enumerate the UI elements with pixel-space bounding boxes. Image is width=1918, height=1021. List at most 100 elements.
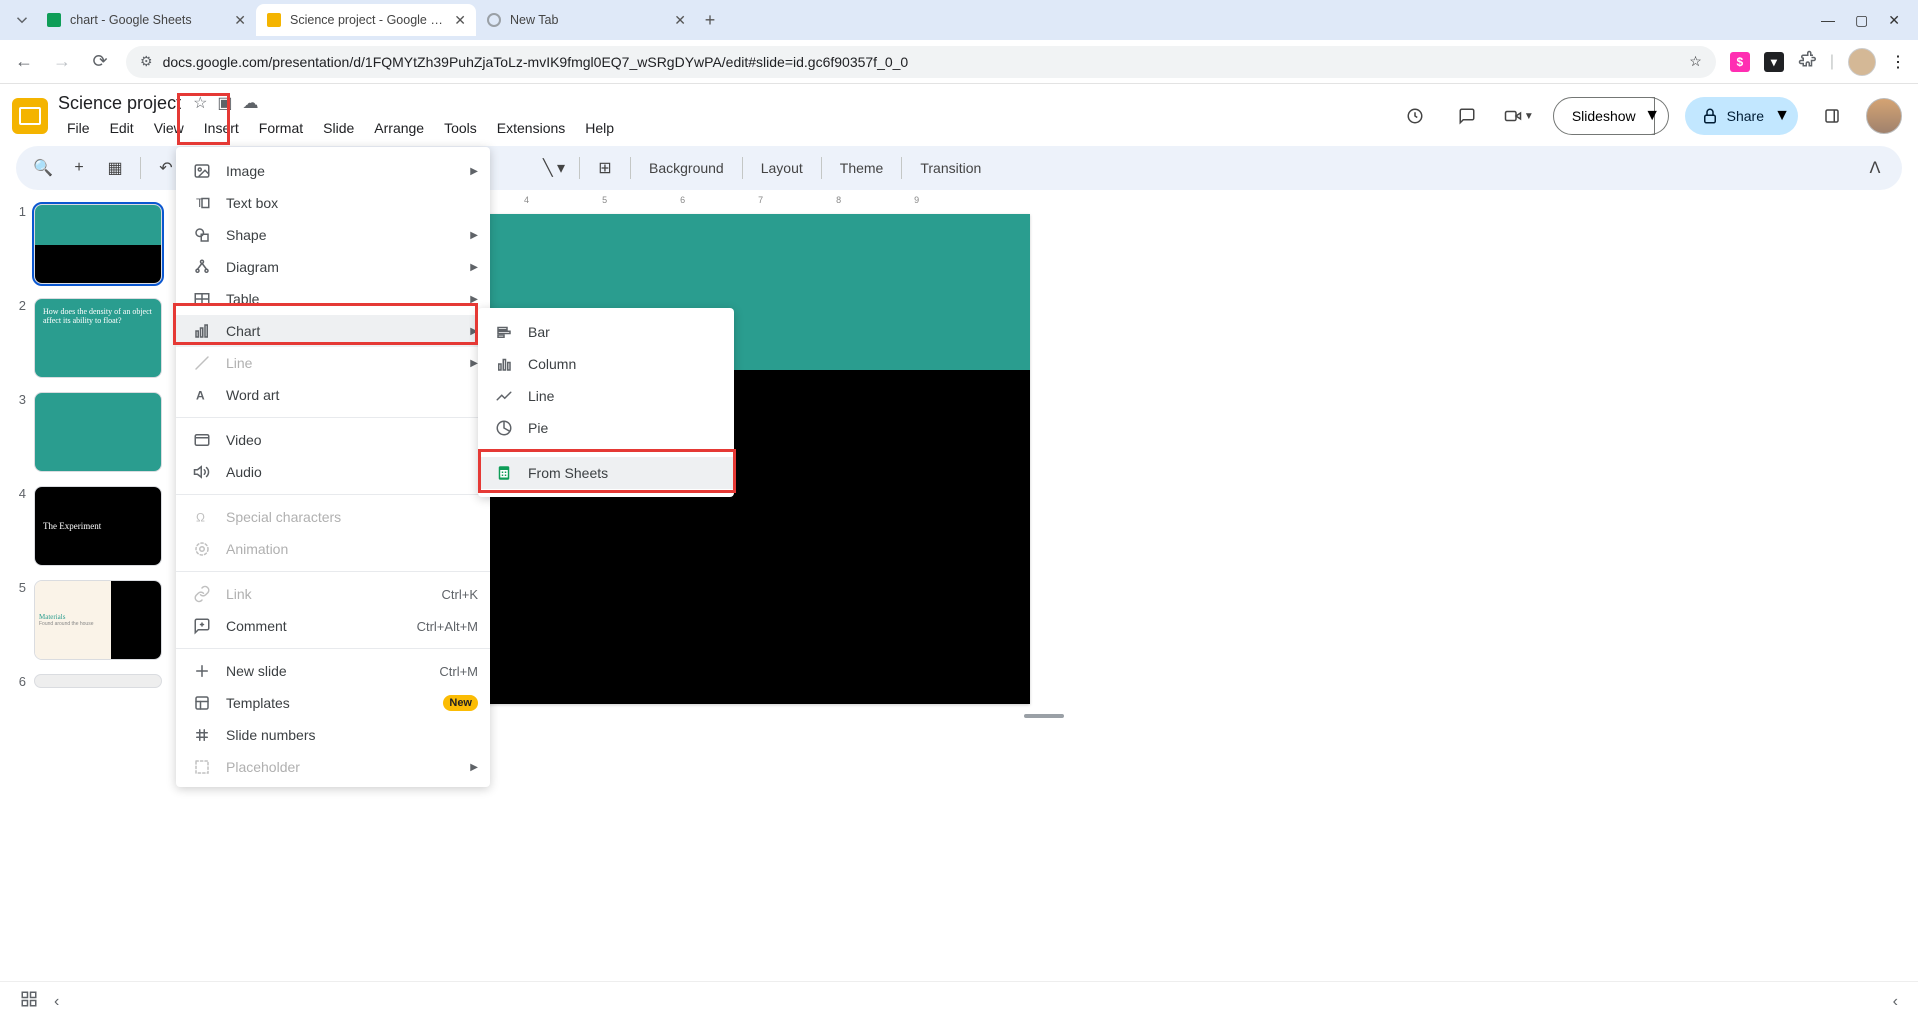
slideshow-dropdown[interactable]: ▼ — [1637, 97, 1669, 135]
slide-thumbnail[interactable] — [34, 204, 162, 284]
new-tab-button[interactable]: + — [696, 6, 724, 34]
menu-item-word-art[interactable]: AWord art — [176, 379, 490, 411]
slide-thumbnail[interactable] — [34, 674, 162, 688]
browser-menu-button[interactable]: ⋮ — [1890, 52, 1906, 72]
menu-insert[interactable]: Insert — [195, 116, 248, 140]
window-close-button[interactable]: ✕ — [1888, 12, 1900, 29]
menu-view[interactable]: View — [145, 116, 193, 140]
link-icon — [192, 584, 212, 604]
grid-view-button[interactable] — [20, 990, 38, 1013]
menu-help[interactable]: Help — [576, 116, 623, 140]
url-text: docs.google.com/presentation/d/1FQMYtZh3… — [163, 54, 909, 70]
menu-item-label: Shape — [226, 227, 456, 243]
menu-file[interactable]: File — [58, 116, 99, 140]
transition-button[interactable]: Transition — [912, 160, 989, 176]
menu-slide[interactable]: Slide — [314, 116, 363, 140]
close-icon[interactable]: ✕ — [674, 12, 686, 29]
collapse-toolbar-button[interactable]: ᐱ — [1860, 153, 1890, 183]
slides-logo-icon[interactable] — [12, 98, 48, 134]
menu-item-comment[interactable]: CommentCtrl+Alt+M — [176, 610, 490, 642]
explore-button[interactable]: ‹ — [1893, 993, 1898, 1011]
close-icon[interactable]: ✕ — [454, 12, 466, 29]
menu-format[interactable]: Format — [250, 116, 312, 140]
slide-thumbnail[interactable]: Materials Found around the house — [34, 580, 162, 660]
menu-item-link: LinkCtrl+K — [176, 578, 490, 610]
submenu-item-from-sheets[interactable]: From Sheets — [478, 457, 734, 489]
comments-button[interactable] — [1449, 98, 1485, 134]
menu-item-video[interactable]: Video — [176, 424, 490, 456]
layout-button[interactable]: ▦ — [100, 153, 130, 183]
submenu-item-column[interactable]: Column — [478, 348, 734, 380]
version-history-button[interactable] — [1397, 98, 1433, 134]
window-maximize-button[interactable]: ▢ — [1855, 12, 1868, 29]
image-icon — [192, 161, 212, 181]
background-button[interactable]: Background — [641, 160, 732, 176]
menu-item-chart[interactable]: Chart▶ — [176, 315, 490, 347]
window-minimize-button[interactable]: — — [1821, 12, 1835, 29]
nav-back-button[interactable]: ← — [12, 50, 36, 74]
menu-item-table[interactable]: Table▶ — [176, 283, 490, 315]
slide-thumbnail[interactable]: How does the density of an object affect… — [34, 298, 162, 378]
menu-item-slide-numbers[interactable]: Slide numbers — [176, 719, 490, 751]
menu-arrange[interactable]: Arrange — [365, 116, 433, 140]
cloud-status-icon[interactable]: ☁ — [243, 93, 259, 113]
menu-shortcut: Ctrl+K — [442, 587, 478, 602]
bookmark-star-icon[interactable]: ☆ — [1689, 53, 1702, 70]
nav-reload-button[interactable]: ⟳ — [88, 50, 112, 74]
menu-extensions[interactable]: Extensions — [488, 116, 574, 140]
appbar-toggle-button[interactable] — [1814, 98, 1850, 134]
document-title[interactable]: Science project — [58, 93, 181, 114]
menu-item-diagram[interactable]: Diagram▶ — [176, 251, 490, 283]
chart-submenu: BarColumnLine Pie From Sheets — [478, 308, 734, 497]
browser-tab-slides[interactable]: Science project - Google Slides ✕ — [256, 4, 476, 36]
menu-item-label: Pie — [528, 420, 722, 436]
tab-search-button[interactable] — [8, 6, 36, 34]
site-info-icon[interactable]: ⚙ — [140, 53, 153, 70]
submenu-item-line[interactable]: Line — [478, 380, 734, 412]
slide-thumbnail[interactable]: The Experiment — [34, 486, 162, 566]
menu-tools[interactable]: Tools — [435, 116, 486, 140]
menu-item-new-slide[interactable]: New slideCtrl+M — [176, 655, 490, 687]
plus-icon — [192, 661, 212, 681]
browser-tab-newtab[interactable]: New Tab ✕ — [476, 4, 696, 36]
menu-item-audio[interactable]: Audio — [176, 456, 490, 488]
templates-icon — [192, 693, 212, 713]
menu-item-line: Line▶ — [176, 347, 490, 379]
table-icon — [192, 289, 212, 309]
extension-icon[interactable]: ▾ — [1764, 52, 1784, 72]
star-icon[interactable]: ☆ — [193, 93, 207, 113]
menu-item-shape[interactable]: Shape▶ — [176, 219, 490, 251]
menu-edit[interactable]: Edit — [101, 116, 143, 140]
menu-item-image[interactable]: Image▶ — [176, 155, 490, 187]
prev-slide-button[interactable]: ‹ — [54, 993, 59, 1011]
menu-item-label: From Sheets — [528, 465, 722, 481]
search-menus-button[interactable]: 🔍 — [28, 153, 58, 183]
meet-button[interactable]: ▼ — [1501, 98, 1537, 134]
tab-title: chart - Google Sheets — [70, 13, 226, 27]
extension-icon[interactable]: $ — [1730, 52, 1750, 72]
extensions-menu-icon[interactable] — [1798, 50, 1816, 73]
menu-item-text-box[interactable]: TText box — [176, 187, 490, 219]
profile-avatar[interactable] — [1848, 48, 1876, 76]
line-icon — [192, 353, 212, 373]
line-tool-button[interactable]: ╲ ▾ — [539, 153, 569, 183]
new-slide-button[interactable]: + — [64, 153, 94, 183]
url-input[interactable]: ⚙ docs.google.com/presentation/d/1FQMYtZ… — [126, 46, 1716, 78]
menu-item-special-characters: ΩSpecial characters — [176, 501, 490, 533]
menu-item-templates[interactable]: TemplatesNew — [176, 687, 490, 719]
submenu-item-pie[interactable]: Pie — [478, 412, 734, 444]
close-icon[interactable]: ✕ — [234, 12, 246, 29]
account-avatar[interactable] — [1866, 98, 1902, 134]
slide-thumbnail[interactable] — [34, 392, 162, 472]
slide-thumbnails-panel: 1 2 How does the density of an object af… — [0, 190, 180, 981]
browser-tab-sheets[interactable]: chart - Google Sheets ✕ — [36, 4, 256, 36]
move-folder-icon[interactable]: ▣ — [217, 93, 232, 113]
sheets-favicon-icon — [46, 12, 62, 28]
submenu-item-bar[interactable]: Bar — [478, 316, 734, 348]
comment-add-button[interactable]: ⊞ — [590, 153, 620, 183]
layout-text-button[interactable]: Layout — [753, 160, 811, 176]
share-dropdown[interactable]: ▼ — [1766, 97, 1798, 135]
shape-icon — [192, 225, 212, 245]
theme-button[interactable]: Theme — [832, 160, 892, 176]
nav-forward-button[interactable]: → — [50, 50, 74, 74]
